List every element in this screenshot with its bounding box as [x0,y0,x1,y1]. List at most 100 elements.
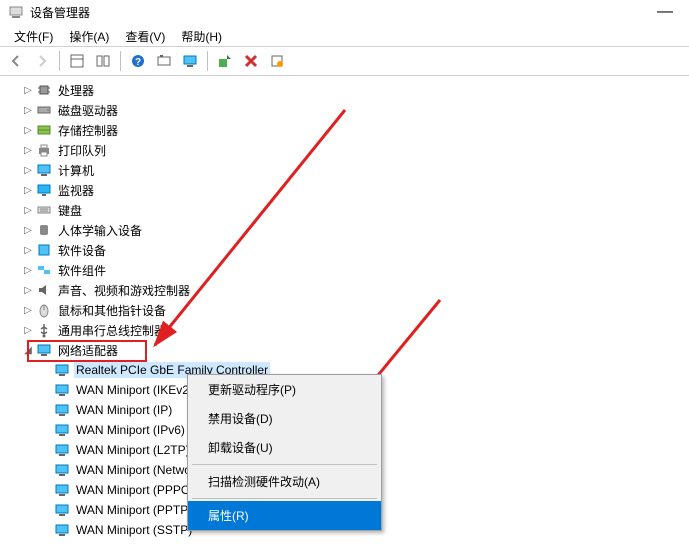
chevron-right-icon[interactable]: ▷ [20,325,36,336]
computer-icon [36,162,52,178]
tree-item-storage[interactable]: ▷ 存储控制器 [2,120,687,140]
tree-label: 计算机 [56,161,96,180]
chevron-right-icon[interactable]: ▷ [20,105,36,116]
context-menu: 更新驱动程序(P) 禁用设备(D) 卸载设备(U) 扫描检测硬件改动(A) 属性… [187,374,382,531]
menu-help[interactable]: 帮助(H) [173,26,230,43]
tree-item-netadapter[interactable]: ◢ 网络适配器 [2,340,687,360]
tree-label: WAN Miniport (IPv6) [74,422,187,438]
chevron-down-icon[interactable]: ◢ [20,345,36,356]
tree-label: 监视器 [56,181,96,200]
chevron-right-icon[interactable]: ▷ [20,165,36,176]
tree-item-cpu[interactable]: ▷ 处理器 [2,80,687,100]
delete-button[interactable] [239,49,263,73]
chevron-right-icon[interactable]: ▷ [20,205,36,216]
tree-item-keyboard[interactable]: ▷ 键盘 [2,200,687,220]
ctx-uninstall-device[interactable]: 卸载设备(U) [188,433,381,462]
component-icon [36,262,52,278]
tree-label: WAN Miniport (PPTP) [74,502,194,518]
printer-icon [36,142,52,158]
tree-label: 人体学输入设备 [56,221,144,240]
tree-label: WAN Miniport (PPPOE) [74,482,204,498]
tree-item-printq[interactable]: ▷ 打印队列 [2,140,687,160]
tree-item-swcomp[interactable]: ▷ 软件组件 [2,260,687,280]
chevron-right-icon[interactable]: ▷ [20,285,36,296]
tree-label: 网络适配器 [56,341,120,360]
cpu-icon [36,82,52,98]
hid-icon [36,222,52,238]
sound-icon [36,282,52,298]
forward-button[interactable] [30,49,54,73]
chevron-right-icon[interactable]: ▷ [20,305,36,316]
network-adapter-icon [54,502,70,518]
svg-text:?: ? [135,57,141,68]
menu-view[interactable]: 查看(V) [117,26,173,43]
network-adapter-icon [54,522,70,538]
tree-label: 磁盘驱动器 [56,101,120,120]
chevron-right-icon[interactable]: ▷ [20,225,36,236]
menu-file[interactable]: 文件(F) [6,26,61,43]
tree-item-disk[interactable]: ▷ 磁盘驱动器 [2,100,687,120]
back-button[interactable] [4,49,28,73]
software-icon [36,242,52,258]
tree-label: 软件组件 [56,261,108,280]
toolbar-icon[interactable] [152,49,176,73]
help-button[interactable]: ? [126,49,150,73]
ctx-properties[interactable]: 属性(R) [188,501,381,530]
network-adapter-icon [54,402,70,418]
separator [207,51,208,71]
network-adapter-icon [54,442,70,458]
network-adapter-icon [54,482,70,498]
chevron-right-icon[interactable]: ▷ [20,85,36,96]
tree-label: 通用串行总线控制器 [56,321,168,340]
scan-button[interactable] [213,49,237,73]
separator [192,464,377,465]
chevron-right-icon[interactable]: ▷ [20,245,36,256]
tree-item-usb[interactable]: ▷ 通用串行总线控制器 [2,320,687,340]
tree-label: 鼠标和其他指针设备 [56,301,168,320]
window-title: 设备管理器 [30,4,649,21]
tree-label: 打印队列 [56,141,108,160]
tree-label: 声音、视频和游戏控制器 [56,281,192,300]
tree-label: 键盘 [56,201,84,220]
separator [59,51,60,71]
storage-icon [36,122,52,138]
tree-item-sound[interactable]: ▷ 声音、视频和游戏控制器 [2,280,687,300]
ctx-scan-hardware[interactable]: 扫描检测硬件改动(A) [188,467,381,496]
separator [192,498,377,499]
app-icon [8,4,24,20]
separator [120,51,121,71]
minimize-button[interactable]: — [649,3,681,21]
tree-item-hid[interactable]: ▷ 人体学输入设备 [2,220,687,240]
tree-label: 存储控制器 [56,121,120,140]
tree-item-swdev[interactable]: ▷软件设备 [2,240,687,260]
tree-item-computer[interactable]: ▷ 计算机 [2,160,687,180]
display-button[interactable] [178,49,202,73]
tree-item-monitor[interactable]: ▷ 监视器 [2,180,687,200]
keyboard-icon [36,202,52,218]
tree-label: WAN Miniport (SSTP) [74,522,194,538]
chevron-right-icon[interactable]: ▷ [20,145,36,156]
ctx-update-driver[interactable]: 更新驱动程序(P) [188,375,381,404]
titlebar: 设备管理器 — [0,0,689,24]
network-adapter-icon [54,422,70,438]
usb-icon [36,322,52,338]
tree-label: WAN Miniport (L2TP) [74,442,192,458]
chevron-right-icon[interactable]: ▷ [20,265,36,276]
ctx-disable-device[interactable]: 禁用设备(D) [188,404,381,433]
network-adapter-icon [54,462,70,478]
menubar: 文件(F) 操作(A) 查看(V) 帮助(H) [0,24,689,46]
network-adapter-icon [54,362,70,378]
toolbar-icon[interactable] [265,49,289,73]
menu-action[interactable]: 操作(A) [61,26,117,43]
disk-icon [36,102,52,118]
tree-item-mouse[interactable]: ▷ 鼠标和其他指针设备 [2,300,687,320]
toolbar-icon[interactable] [65,49,89,73]
chevron-right-icon[interactable]: ▷ [20,185,36,196]
network-adapter-icon [54,382,70,398]
toolbar-icon[interactable] [91,49,115,73]
chevron-right-icon[interactable]: ▷ [20,125,36,136]
tree-label: WAN Miniport (IP) [74,402,174,418]
tree-label: 处理器 [56,81,96,100]
network-icon [36,342,52,358]
toolbar: ? [0,46,689,76]
